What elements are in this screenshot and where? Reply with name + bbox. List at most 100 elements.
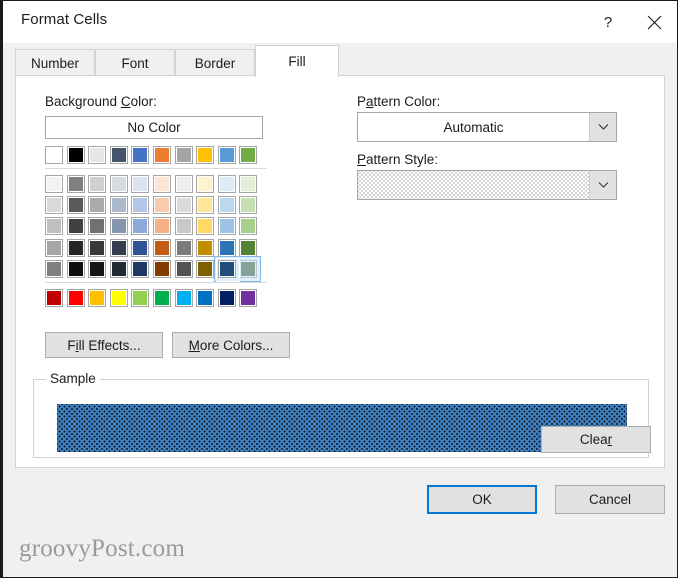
tab-border[interactable]: Border [175,49,255,76]
color-swatch[interactable] [66,196,85,215]
color-swatch[interactable] [239,238,258,257]
color-swatch[interactable] [217,238,236,257]
palette-row [45,238,267,257]
tab-number[interactable]: Number [15,49,95,76]
color-swatch[interactable] [174,196,193,215]
color-swatch[interactable] [66,259,85,278]
color-swatch[interactable] [109,288,128,307]
color-swatch[interactable] [88,288,107,307]
color-swatch[interactable] [66,217,85,236]
color-swatch[interactable] [217,146,236,164]
color-swatch[interactable] [196,217,215,236]
color-swatch[interactable] [109,175,128,193]
color-swatch[interactable] [45,196,63,215]
color-swatch[interactable] [239,196,258,215]
color-swatch[interactable] [109,196,128,215]
color-swatch[interactable] [131,217,150,236]
color-swatch[interactable] [131,259,150,278]
fill-tab-panel: Background Color: No Color Fill Effects.… [15,75,665,468]
color-swatch[interactable] [131,146,150,164]
color-swatch[interactable] [88,146,107,164]
tab-font[interactable]: Font [95,49,175,76]
color-swatch[interactable] [66,238,85,257]
no-color-button[interactable]: No Color [45,116,263,139]
color-swatch[interactable] [239,288,258,307]
color-swatch[interactable] [196,175,215,193]
color-swatch[interactable] [45,175,63,193]
color-swatch[interactable] [217,288,236,307]
pattern-style-combobox[interactable] [357,170,617,200]
color-swatch[interactable] [45,217,63,236]
color-swatch[interactable] [45,146,63,164]
color-swatch[interactable] [45,288,63,307]
color-swatch[interactable] [152,288,171,307]
color-swatch[interactable] [131,175,150,193]
color-swatch[interactable] [88,217,107,236]
help-button[interactable]: ? [585,1,631,43]
color-swatch[interactable] [109,238,128,257]
color-swatch[interactable] [152,259,171,278]
color-swatch[interactable] [66,146,85,164]
label-accel: r [607,432,613,447]
color-swatch[interactable] [239,259,258,278]
label-accel: M [188,337,200,353]
color-swatch[interactable] [217,196,236,215]
color-swatch[interactable] [196,259,215,278]
color-swatch[interactable] [174,217,193,236]
color-swatch[interactable] [239,146,258,164]
tab-fill[interactable]: Fill [255,45,339,77]
color-swatch[interactable] [174,288,193,307]
ok-button[interactable]: OK [427,485,537,514]
color-swatch[interactable] [196,288,215,307]
color-swatch[interactable] [131,288,150,307]
color-swatch[interactable] [88,196,107,215]
color-swatch[interactable] [196,238,215,257]
color-swatch[interactable] [88,175,107,193]
color-swatch[interactable] [217,175,236,193]
color-swatch[interactable] [215,257,240,282]
cancel-label: Cancel [588,492,632,507]
tab-label: Number [30,55,79,71]
chevron-down-icon[interactable] [589,171,616,199]
sample-legend: Sample [46,371,100,386]
color-swatch[interactable] [174,146,193,164]
close-icon [647,15,662,30]
color-swatch[interactable] [174,259,193,278]
color-swatch[interactable] [152,196,171,215]
color-swatch[interactable] [217,217,236,236]
watermark: groovyPost.com [19,535,185,562]
close-button[interactable] [631,1,677,43]
color-swatch[interactable] [45,259,63,278]
color-swatch[interactable] [152,146,171,164]
color-swatch[interactable] [196,196,215,215]
color-swatch[interactable] [66,175,85,193]
color-swatch[interactable] [239,175,258,193]
more-colors-button[interactable]: More Colors... [172,332,290,358]
pattern-color-combobox[interactable]: Automatic [357,112,617,142]
cancel-button[interactable]: Cancel [555,485,665,514]
background-color-palette[interactable] [45,146,267,310]
question-mark-icon: ? [603,13,613,31]
color-swatch[interactable] [109,259,128,278]
clear-button[interactable]: Clear [541,426,651,453]
chevron-down-icon[interactable] [589,113,616,141]
palette-row [45,257,267,282]
color-swatch[interactable] [131,196,150,215]
color-swatch[interactable] [152,238,171,257]
color-swatch[interactable] [152,217,171,236]
color-swatch[interactable] [45,238,63,257]
color-swatch[interactable] [239,217,258,236]
color-swatch[interactable] [131,238,150,257]
color-swatch[interactable] [152,175,171,193]
color-swatch[interactable] [109,217,128,236]
fill-effects-button[interactable]: Fill Effects... [45,332,163,358]
color-swatch[interactable] [66,288,85,307]
color-swatch[interactable] [174,175,193,193]
color-swatch[interactable] [88,238,107,257]
no-color-label: No Color [127,120,181,135]
tab-label: Fill [288,54,306,69]
color-swatch[interactable] [174,238,193,257]
color-swatch[interactable] [88,259,107,278]
color-swatch[interactable] [109,146,128,164]
color-swatch[interactable] [196,146,215,164]
